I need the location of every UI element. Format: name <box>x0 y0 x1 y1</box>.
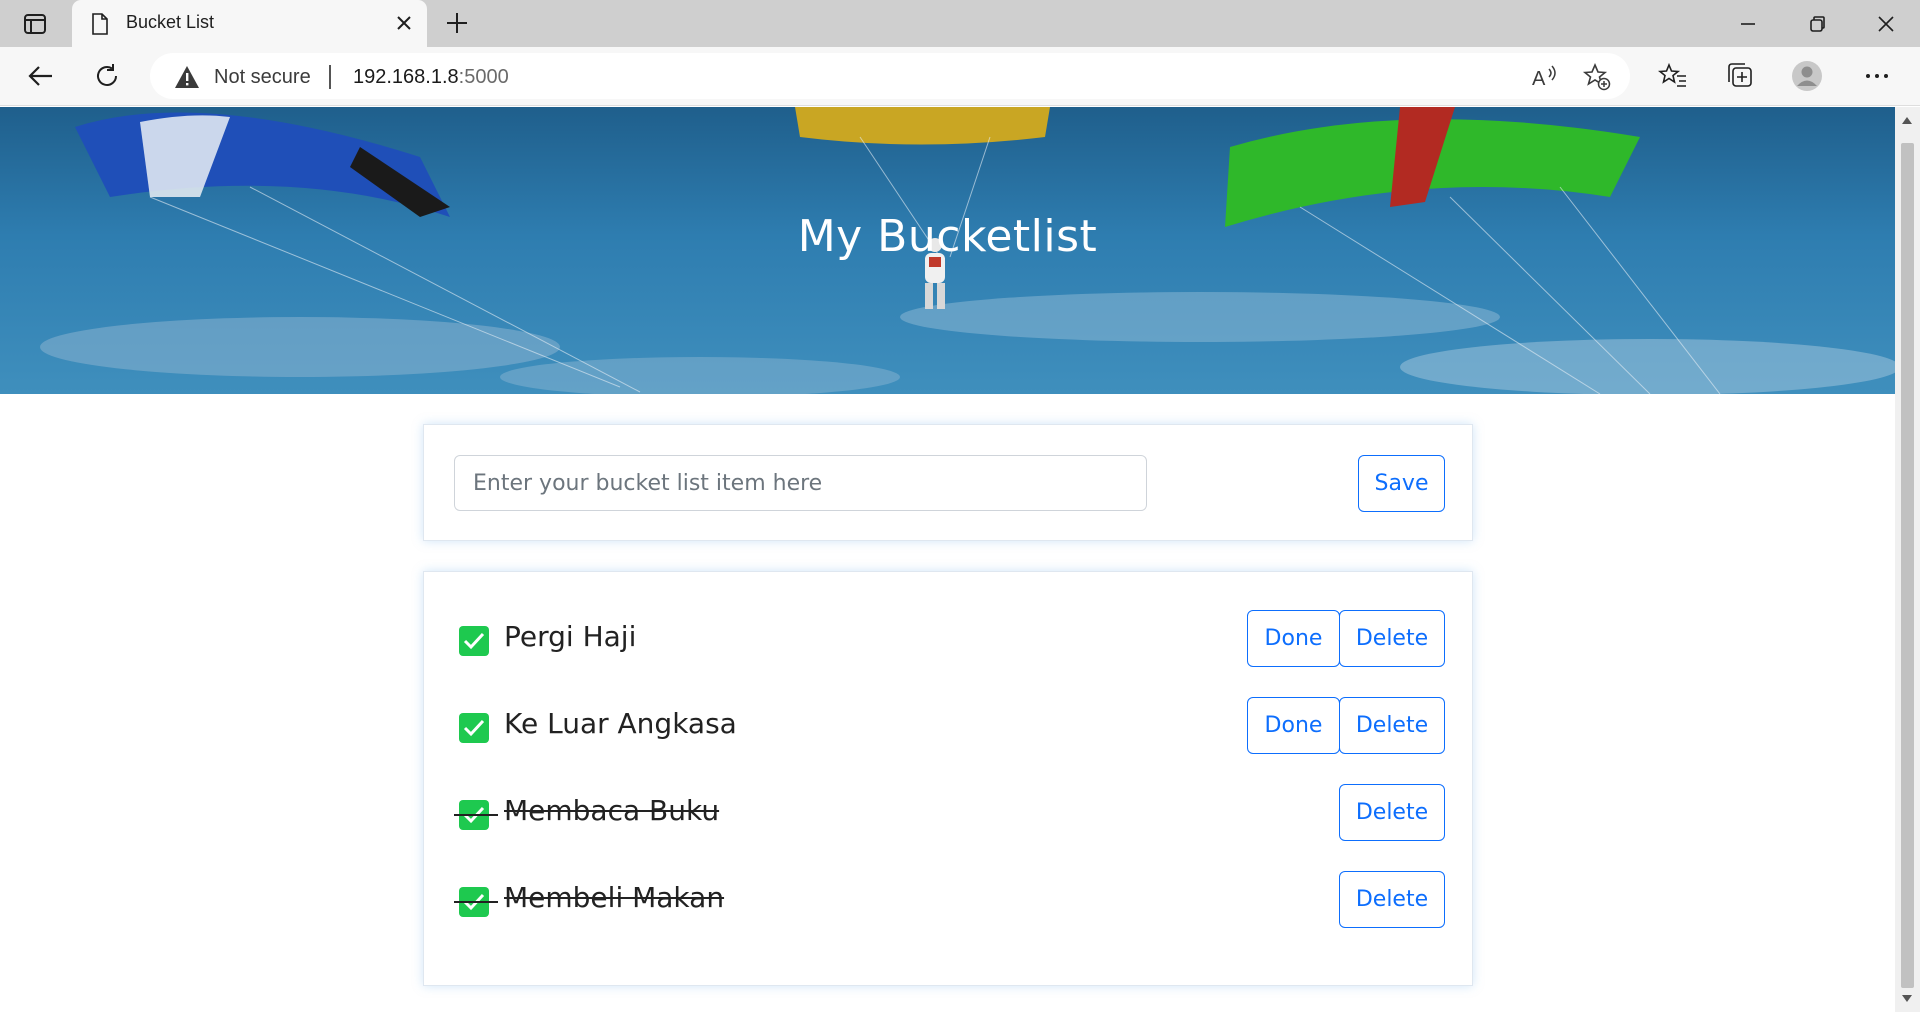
check-icon <box>459 626 489 656</box>
bucket-item-input[interactable] <box>454 455 1147 511</box>
bucket-list-card: Pergi Haji Done Delete Ke Luar Angkasa D… <box>423 571 1473 986</box>
collections-icon[interactable] <box>1725 61 1755 91</box>
restore-icon[interactable] <box>1803 10 1831 38</box>
save-button[interactable]: Save <box>1358 455 1445 512</box>
url-host: 192.168.1.8 <box>353 66 459 88</box>
hero-banner: My Bucketlist <box>0 107 1895 394</box>
scroll-down-icon[interactable] <box>1902 995 1912 1002</box>
address-bar[interactable]: Not secure 192.168.1.8:5000 A <box>150 53 1630 99</box>
item-text: Membaca Buku <box>504 794 720 827</box>
address-divider <box>329 65 331 89</box>
reload-icon[interactable] <box>92 61 122 91</box>
new-tab-icon[interactable] <box>443 9 471 37</box>
back-arrow-icon[interactable] <box>26 61 56 91</box>
tab-title: Bucket List <box>126 12 215 32</box>
delete-button[interactable]: Delete <box>1339 784 1445 841</box>
add-item-card: Save <box>423 424 1473 541</box>
sidebar-toggle-icon[interactable] <box>18 11 52 37</box>
item-text: Ke Luar Angkasa <box>504 707 737 740</box>
svg-text:A: A <box>1532 68 1546 90</box>
list-item-completed: Membeli Makan Delete <box>424 871 1474 929</box>
browser-toolbar: Not secure 192.168.1.8:5000 A <box>0 47 1920 106</box>
done-button[interactable]: Done <box>1247 697 1340 754</box>
read-aloud-icon[interactable]: A <box>1530 63 1560 91</box>
check-icon <box>459 713 489 743</box>
tab-strip: Bucket List <box>0 0 1920 47</box>
close-tab-icon[interactable] <box>394 13 414 33</box>
list-item-completed: Membaca Buku Delete <box>424 784 1474 842</box>
scroll-up-icon[interactable] <box>1902 117 1912 124</box>
warning-icon <box>174 65 200 89</box>
close-window-icon[interactable] <box>1872 10 1900 38</box>
delete-button[interactable]: Delete <box>1339 697 1445 754</box>
page-viewport: My Bucketlist Save Pergi Haji Done Delet… <box>0 107 1895 1012</box>
done-button[interactable]: Done <box>1247 610 1340 667</box>
more-options-icon[interactable] <box>1862 61 1892 91</box>
strikethrough-line <box>454 901 498 903</box>
vertical-scrollbar[interactable] <box>1895 107 1920 1012</box>
url-port: :5000 <box>458 66 509 88</box>
page-title: My Bucketlist <box>797 211 1098 262</box>
browser-tab[interactable]: Bucket List <box>72 0 427 47</box>
list-item: Pergi Haji Done Delete <box>424 610 1474 668</box>
scrollbar-thumb[interactable] <box>1901 143 1914 988</box>
delete-button[interactable]: Delete <box>1339 871 1445 928</box>
item-text: Membeli Makan <box>504 881 725 914</box>
item-text: Pergi Haji <box>504 620 637 653</box>
security-status[interactable]: Not secure <box>214 66 311 89</box>
add-favorite-icon[interactable] <box>1582 62 1612 92</box>
profile-avatar-icon[interactable] <box>1792 61 1822 91</box>
url-text[interactable]: 192.168.1.8:5000 <box>353 66 509 89</box>
document-icon <box>90 13 110 35</box>
list-item: Ke Luar Angkasa Done Delete <box>424 697 1474 755</box>
strikethrough-line <box>454 814 498 816</box>
minimize-icon[interactable] <box>1733 10 1761 38</box>
delete-button[interactable]: Delete <box>1339 610 1445 667</box>
favorites-icon[interactable] <box>1657 61 1688 91</box>
